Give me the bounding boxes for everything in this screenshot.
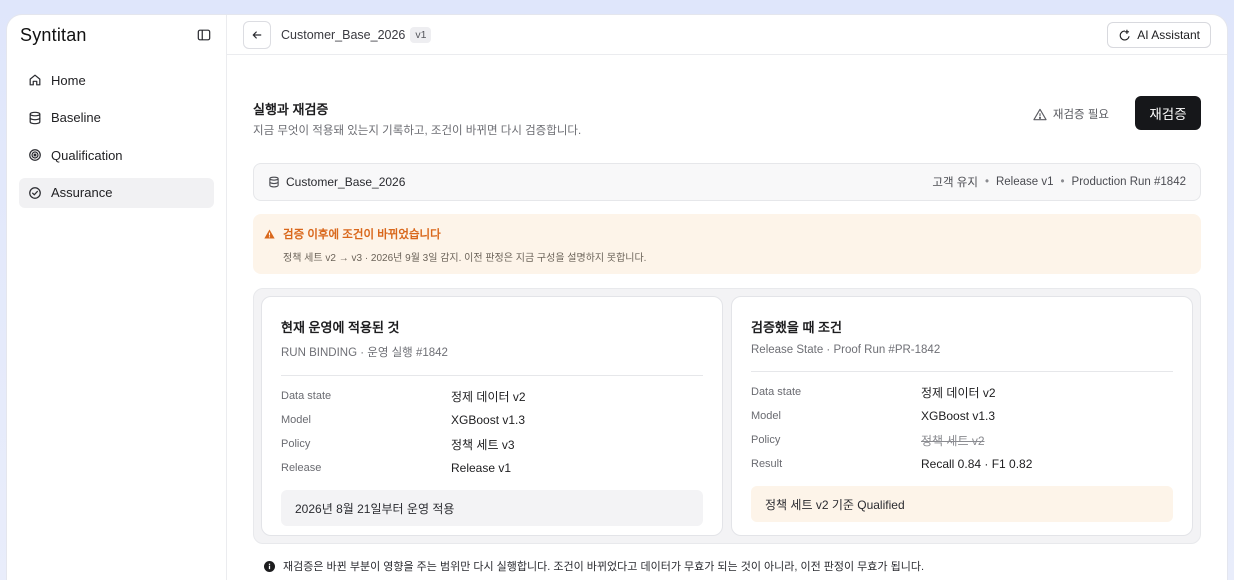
footer-note: 재검증은 바뀐 부분이 영향을 주는 범위만 다시 실행합니다. 조건이 바뀌었… xyxy=(253,558,1201,574)
kv-row: Data state 정제 데이터 v2 xyxy=(751,380,1173,404)
kv-list: Data state 정제 데이터 v2 Model XGBoost v1.3 Po… xyxy=(751,380,1173,476)
separator-dot: • xyxy=(1060,176,1065,188)
kv-key: Policy xyxy=(751,434,781,446)
kv-row: Model XGBoost v1.3 xyxy=(281,408,703,432)
warning-filled-icon xyxy=(264,229,275,239)
validated-conditions-card: 검증했을 때 조건 Release State · Proof Run #PR-… xyxy=(731,296,1193,536)
kv-key: Release xyxy=(281,462,322,474)
brand-logo: Syntitan xyxy=(20,24,87,45)
sidebar-item-qualification[interactable]: Qualification xyxy=(19,140,214,170)
revalidation-needed-status: 재검증 필요 xyxy=(1033,106,1109,122)
sidebar-item-assurance[interactable]: Assurance xyxy=(19,177,214,208)
dataset-tag: Release v1 xyxy=(995,176,1054,188)
kv-value: XGBoost v1.3 xyxy=(451,413,526,427)
breadcrumb: Customer_Base_2026 xyxy=(281,27,406,42)
kv-row: Result Recall 0.84 · F1 0.82 xyxy=(751,452,1173,476)
kv-row: Policy 정책 세트 v3 xyxy=(281,432,703,456)
kv-value: Release v1 xyxy=(451,461,512,475)
kv-value: XGBoost v1.3 xyxy=(921,409,996,423)
ai-assistant-button[interactable]: AI Assistant xyxy=(1107,22,1211,48)
database-icon xyxy=(268,176,280,188)
check-circle-icon xyxy=(27,185,43,201)
kv-key: Model xyxy=(751,410,781,422)
kv-key: Data state xyxy=(281,390,332,402)
sidebar-nav: Home Baseline Qualification Assurance xyxy=(19,65,214,208)
card-subtitle: RUN BINDING · 운영 실행 #1842 xyxy=(281,347,448,359)
page-header: 실행과 재검증 지금 무엇이 적용돼 있는지 기록하고, 조건이 바뀌면 다시 … xyxy=(253,55,1201,163)
sidebar: Syntitan Home Baseline Qualification Ass… xyxy=(7,15,227,580)
target-icon xyxy=(27,147,43,163)
sidebar-item-home[interactable]: Home xyxy=(19,65,214,95)
home-icon xyxy=(27,72,43,88)
revalidate-button[interactable]: 재검증 xyxy=(1135,96,1201,130)
sidebar-item-label: Home xyxy=(51,72,86,88)
card-subtitle: Release State · Proof Run #PR-1842 xyxy=(751,344,941,356)
card-title: 현재 운영에 적용된 것 xyxy=(281,320,400,335)
kv-value: 정제 데이터 v2 xyxy=(451,389,526,404)
arrow-left-icon xyxy=(252,30,262,39)
kv-row: Model XGBoost v1.3 xyxy=(751,404,1173,428)
warning-triangle-icon xyxy=(1033,108,1047,121)
dataset-bar: Customer_Base_2026 고객 유지 • Release v1 • … xyxy=(253,163,1201,201)
page-title: 실행과 재검증 xyxy=(253,102,329,117)
dataset-tags: 고객 유지 • Release v1 • Production Run #184… xyxy=(932,174,1186,190)
database-icon xyxy=(27,110,43,126)
footer-note-text: 재검증은 바뀐 부분이 영향을 주는 범위만 다시 실행합니다. 조건이 바뀌었… xyxy=(283,561,925,573)
sidebar-item-label: Assurance xyxy=(51,185,113,200)
comparison-panel: 현재 운영에 적용된 것 RUN BINDING · 운영 실행 #1842 D… xyxy=(253,288,1201,544)
kv-key: Result xyxy=(751,458,783,470)
sidebar-toggle-button[interactable] xyxy=(194,25,214,45)
kv-key: Data state xyxy=(751,386,802,398)
kv-row: Policy 정책 세트 v2 xyxy=(751,428,1173,452)
qualified-status-note: 정책 세트 v2 기준 Qualified xyxy=(751,486,1173,522)
card-title: 검증했을 때 조건 xyxy=(751,320,842,335)
main-area: Customer_Base_2026 v1 AI Assistant 실행과 재… xyxy=(227,15,1227,580)
info-icon xyxy=(264,560,275,572)
dataset-name: Customer_Base_2026 xyxy=(268,175,405,189)
brand-row: Syntitan xyxy=(19,15,214,55)
divider xyxy=(281,375,703,376)
dataset-tag: 고객 유지 xyxy=(932,177,978,189)
sparkle-refresh-icon xyxy=(1118,29,1131,42)
app-window: Syntitan Home Baseline Qualification Ass… xyxy=(6,14,1228,580)
alert-title: 검증 이후에 조건이 바뀌었습니다 xyxy=(264,226,1190,242)
back-button[interactable] xyxy=(243,20,271,49)
alert-title-text: 검증 이후에 조건이 바뀌었습니다 xyxy=(283,229,441,241)
kv-value-outdated: 정책 세트 v2 xyxy=(921,433,985,448)
kv-list: Data state 정제 데이터 v2 Model XGBoost v1.3 Po… xyxy=(281,384,703,480)
ai-assistant-label: AI Assistant xyxy=(1137,28,1200,42)
topbar: Customer_Base_2026 v1 AI Assistant xyxy=(227,15,1227,55)
sidebar-item-label: Baseline xyxy=(51,110,101,125)
sidebar-item-label: Qualification xyxy=(51,147,123,163)
dataset-name-label: Customer_Base_2026 xyxy=(286,175,406,189)
kv-row: Release Release v1 xyxy=(281,456,703,480)
kv-row: Data state 정제 데이터 v2 xyxy=(281,384,703,408)
kv-value: 정제 데이터 v2 xyxy=(921,385,996,400)
version-badge: v1 xyxy=(410,26,432,43)
revalidation-needed-label: 재검증 필요 xyxy=(1052,109,1109,121)
kv-value: Recall 0.84 · F1 0.82 xyxy=(921,457,1033,471)
content: 실행과 재검증 지금 무엇이 적용돼 있는지 기록하고, 조건이 바뀌면 다시 … xyxy=(227,55,1227,574)
kv-value: 정책 세트 v3 xyxy=(451,437,515,452)
sidebar-panel-icon xyxy=(197,29,211,41)
sidebar-item-baseline[interactable]: Baseline xyxy=(19,103,214,133)
current-binding-card: 현재 운영에 적용된 것 RUN BINDING · 운영 실행 #1842 D… xyxy=(261,296,723,536)
kv-key: Model xyxy=(281,414,311,426)
condition-changed-alert: 검증 이후에 조건이 바뀌었습니다 정책 세트 v2 → v3 · 2026년 … xyxy=(253,214,1201,274)
operation-since-note: 2026년 8월 21일부터 운영 적용 xyxy=(281,490,703,526)
kv-key: Policy xyxy=(281,438,311,450)
alert-body: 정책 세트 v2 → v3 · 2026년 9월 3일 감지. 이전 판정은 지… xyxy=(283,253,647,264)
dataset-tag: Production Run #1842 xyxy=(1071,176,1186,188)
page-subtitle: 지금 무엇이 적용돼 있는지 기록하고, 조건이 바뀌면 다시 검증합니다. xyxy=(253,125,582,137)
separator-dot: • xyxy=(984,176,989,188)
divider xyxy=(751,371,1173,372)
